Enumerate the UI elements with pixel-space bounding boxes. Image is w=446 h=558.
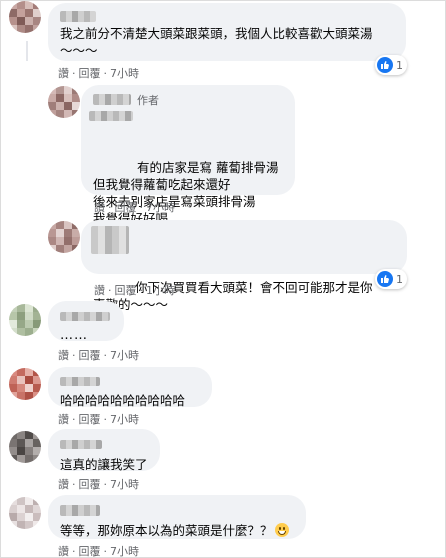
avatar[interactable] bbox=[9, 431, 41, 463]
reply-link[interactable]: 回覆 bbox=[115, 201, 137, 214]
comment-bubble: 這真的讓我笑了 bbox=[48, 429, 160, 472]
comment-text: …… bbox=[60, 328, 88, 343]
timestamp[interactable]: 7小時 bbox=[110, 413, 139, 426]
like-link[interactable]: 讚 bbox=[94, 201, 105, 214]
like-link[interactable]: 讚 bbox=[58, 349, 69, 362]
comment-actions: 讚 · 回覆 · 7小時 bbox=[58, 478, 139, 491]
avatar[interactable] bbox=[48, 86, 80, 118]
thumbs-up-icon bbox=[377, 57, 393, 73]
reply-thread-line bbox=[26, 41, 28, 61]
commenter-name[interactable] bbox=[60, 505, 100, 516]
like-link[interactable]: 讚 bbox=[58, 545, 69, 558]
comment-bubble: 哈哈哈哈哈哈哈哈哈哈 bbox=[48, 367, 212, 408]
avatar[interactable] bbox=[9, 1, 41, 33]
reaction-summary[interactable]: 1 bbox=[375, 55, 407, 75]
comment-actions: 讚 · 回覆 · 7小時 bbox=[58, 349, 139, 362]
like-link[interactable]: 讚 bbox=[94, 284, 105, 297]
comment-bubble: 等等，那妳原本以為的菜頭是什麼？？ bbox=[48, 495, 306, 539]
reaction-count: 1 bbox=[396, 58, 403, 72]
laughing-emoji-icon bbox=[274, 523, 289, 537]
avatar[interactable] bbox=[9, 368, 41, 400]
reply-link[interactable]: 回覆 bbox=[115, 284, 137, 297]
reply-link[interactable]: 回覆 bbox=[79, 413, 101, 426]
thumbs-up-icon bbox=[377, 271, 393, 287]
comment-text: 這真的讓我笑了 bbox=[60, 457, 148, 472]
commenter-name[interactable] bbox=[60, 11, 96, 22]
reply-link[interactable]: 回覆 bbox=[79, 478, 101, 491]
avatar[interactable] bbox=[9, 497, 41, 529]
like-link[interactable]: 讚 bbox=[58, 478, 69, 491]
comment-text: 等等，那妳原本以為的菜頭是什麼？？ bbox=[60, 523, 273, 538]
timestamp[interactable]: 7小時 bbox=[110, 545, 139, 558]
reply-link[interactable]: 回覆 bbox=[79, 349, 101, 362]
comment-bubble: …… bbox=[48, 301, 124, 343]
comment-bubble: 你下次買買看大頭菜！會不回可能那才是你 喜歡的～～～ bbox=[81, 220, 407, 312]
comment-actions: 讚 · 回覆 · 7小時 bbox=[94, 201, 175, 214]
commenter-name[interactable] bbox=[60, 440, 102, 449]
author-badge: 作者 bbox=[137, 93, 159, 107]
avatar[interactable] bbox=[48, 221, 80, 253]
reaction-count: 1 bbox=[396, 272, 403, 286]
timestamp[interactable]: 7小時 bbox=[110, 478, 139, 491]
comment-actions: 讚 · 回覆 · 7小時 bbox=[58, 413, 139, 426]
comment-text: 我之前分不清楚大頭菜跟菜頭，我個人比較喜歡大頭菜湯 ～～～ bbox=[60, 26, 373, 58]
comment-actions: 讚 · 回覆 · 7小時 bbox=[58, 67, 139, 80]
reaction-summary[interactable]: 1 bbox=[375, 269, 407, 289]
commenter-name[interactable] bbox=[91, 226, 129, 254]
timestamp[interactable]: 7小時 bbox=[146, 201, 175, 214]
reply-link[interactable]: 回覆 bbox=[79, 67, 101, 80]
reply-link[interactable]: 回覆 bbox=[79, 545, 101, 558]
like-link[interactable]: 讚 bbox=[58, 67, 69, 80]
commenter-name[interactable] bbox=[60, 377, 100, 386]
like-link[interactable]: 讚 bbox=[58, 413, 69, 426]
comment-bubble: 我之前分不清楚大頭菜跟菜頭，我個人比較喜歡大頭菜湯 ～～～ bbox=[48, 3, 406, 61]
commenter-name[interactable] bbox=[93, 94, 131, 105]
avatar[interactable] bbox=[9, 304, 41, 336]
timestamp[interactable]: 7小時 bbox=[110, 349, 139, 362]
comment-actions: 讚 · 回覆 · 7小時 bbox=[58, 545, 139, 558]
commenter-name[interactable] bbox=[60, 312, 110, 321]
tagged-name[interactable] bbox=[89, 111, 133, 121]
comment-text: 哈哈哈哈哈哈哈哈哈哈 bbox=[60, 393, 186, 408]
comment-bubble: 作者 有的店家是寫 蘿蔔排骨湯 但我覺得蘿蔔吃起來還好 後來去別家店是寫菜頭排骨… bbox=[81, 85, 295, 243]
timestamp[interactable]: 7小時 bbox=[110, 67, 139, 80]
timestamp[interactable]: 1小時 bbox=[146, 284, 175, 297]
comment-actions: 讚 · 回覆 · 1小時 bbox=[94, 284, 175, 297]
